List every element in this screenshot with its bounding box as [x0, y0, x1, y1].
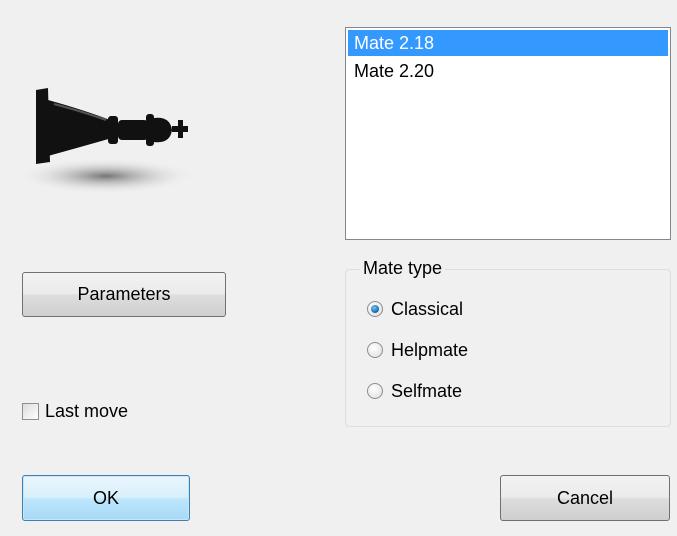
last-move-checkbox[interactable] — [22, 402, 39, 420]
radio-helpmate-label: Helpmate — [391, 339, 469, 360]
radio-classical[interactable]: Classical — [367, 296, 468, 322]
last-move-checkbox-row[interactable]: Last move — [22, 398, 128, 424]
chess-king-icon — [16, 88, 196, 194]
list-item[interactable]: Mate 2.18 — [348, 30, 668, 56]
cancel-button-label: Cancel — [556, 487, 614, 508]
radio-selfmate[interactable]: Selfmate — [367, 378, 468, 404]
list-item[interactable]: Mate 2.20 — [348, 58, 668, 84]
ok-button[interactable]: OK — [22, 475, 190, 521]
radio-selfmate-label: Selfmate — [391, 380, 463, 401]
parameters-button-label: Parameters — [77, 284, 171, 304]
version-listbox[interactable]: Mate 2.18 Mate 2.20 — [345, 27, 671, 240]
radio-button[interactable] — [367, 383, 383, 399]
cancel-button[interactable]: Cancel — [500, 475, 670, 521]
chess-king-logo — [14, 80, 204, 200]
parameters-button[interactable]: Parameters — [22, 272, 226, 317]
radio-button[interactable] — [367, 342, 383, 358]
radio-button-checked[interactable] — [367, 301, 383, 317]
radio-classical-label: Classical — [391, 298, 464, 319]
radio-helpmate[interactable]: Helpmate — [367, 337, 468, 363]
mate-type-legend: Mate type — [360, 256, 446, 280]
mate-type-options: Classical Helpmate Selfmate — [367, 296, 468, 404]
ok-button-label: OK — [92, 487, 119, 508]
last-move-label: Last move — [45, 400, 129, 421]
